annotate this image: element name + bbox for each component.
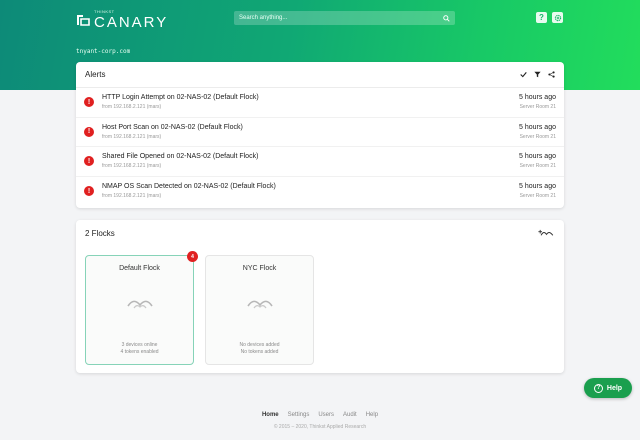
footer-link-users[interactable]: Users — [318, 412, 334, 418]
flock-tokens: 4 tokens enabled — [120, 349, 159, 355]
help-icon: ? — [539, 13, 544, 22]
copyright: © 2015 – 2020, Thinkst Applied Research — [273, 424, 367, 430]
alert-title: Host Port Scan on 02-NAS-02 (Default Flo… — [102, 123, 243, 131]
help-button-label: Help — [606, 384, 623, 392]
top-bar: THINKST CANARY Search anything... ? — [0, 0, 640, 36]
alert-location: Server Room 21 — [519, 104, 556, 111]
flock-tile-default[interactable]: Default Flock 3 devices online 4 tokens … — [85, 251, 198, 365]
alert-title: Shared File Opened on 02-NAS-02 (Default… — [102, 153, 259, 161]
alert-location: Server Room 21 — [519, 163, 556, 170]
flock-alert-badge: 4 — [187, 251, 198, 262]
flocks-card: 2 Flocks Default Flock 3 devices online … — [76, 220, 564, 373]
alerts-card: Alerts ! HTTP Login Attempt on 02-NAS-02… — [76, 62, 564, 208]
footer-link-help[interactable]: Help — [366, 412, 378, 418]
logo-title: CANARY — [94, 14, 169, 31]
search-input[interactable]: Search anything... — [239, 15, 443, 21]
flock-name: NYC Flock — [242, 265, 277, 272]
flock-devices: 3 devices online — [121, 342, 158, 348]
alerts-title: Alerts — [85, 70, 106, 79]
footer-link-home[interactable]: Home — [262, 412, 279, 418]
bird-icon — [247, 300, 273, 309]
canary-logo[interactable]: THINKST CANARY — [76, 10, 168, 30]
help-icon-button[interactable]: ? — [536, 12, 547, 23]
help-button[interactable]: ? Help — [584, 378, 632, 398]
alert-row[interactable]: ! Shared File Opened on 02-NAS-02 (Defau… — [76, 147, 564, 177]
search-icon[interactable] — [443, 14, 450, 22]
alert-source: from 192.168.2.121 (mars) — [102, 163, 162, 170]
canary-logo-icon — [77, 15, 90, 26]
alert-icon: ! — [84, 97, 94, 108]
flocks-header: 2 Flocks — [76, 220, 564, 246]
alert-time: 5 hours ago — [519, 183, 556, 191]
flock-tokens: No tokens added — [240, 349, 279, 355]
alert-time: 5 hours ago — [519, 94, 556, 102]
alert-title: NMAP OS Scan Detected on 02-NAS-02 (Defa… — [102, 183, 276, 191]
alert-time: 5 hours ago — [519, 123, 556, 131]
alert-time: 5 hours ago — [519, 153, 556, 161]
alert-row[interactable]: ! Host Port Scan on 02-NAS-02 (Default F… — [76, 118, 564, 147]
settings-button[interactable] — [552, 12, 563, 23]
alert-icon: ! — [84, 186, 94, 197]
gear-icon — [554, 14, 561, 21]
alert-location: Server Room 21 — [519, 193, 556, 200]
alerts-header: Alerts — [76, 62, 564, 88]
alert-icon: ! — [84, 126, 94, 137]
alert-source: from 192.168.2.121 (mars) — [102, 104, 162, 111]
alert-row[interactable]: ! HTTP Login Attempt on 02-NAS-02 (Defau… — [76, 88, 564, 118]
share-icon[interactable] — [548, 71, 555, 78]
alert-location: Server Room 21 — [519, 133, 556, 140]
bird-icon — [127, 300, 153, 309]
footer-link-settings[interactable]: Settings — [288, 412, 310, 418]
search-box[interactable]: Search anything... — [234, 11, 455, 25]
flock-name: Default Flock — [119, 265, 160, 272]
alert-icon: ! — [84, 156, 94, 167]
alert-row[interactable]: ! NMAP OS Scan Detected on 02-NAS-02 (De… — [76, 177, 564, 207]
flock-devices: No devices added — [239, 342, 280, 348]
footer-nav: Home Settings Users Audit Help — [0, 412, 640, 418]
alert-source: from 192.168.2.121 (mars) — [102, 193, 162, 200]
question-icon: ? — [593, 383, 603, 393]
alert-title: HTTP Login Attempt on 02-NAS-02 (Default… — [102, 94, 259, 102]
add-flock-icon[interactable] — [538, 229, 555, 238]
footer-link-audit[interactable]: Audit — [343, 412, 357, 418]
filter-icon[interactable] — [534, 71, 541, 78]
flocks-title: 2 Flocks — [85, 228, 115, 238]
check-icon[interactable] — [520, 71, 527, 78]
alert-source: from 192.168.2.121 (mars) — [102, 133, 162, 140]
org-domain: tnyant-corp.com — [76, 48, 131, 55]
flock-tile-nyc[interactable]: NYC Flock No devices added No tokens add… — [205, 255, 314, 365]
